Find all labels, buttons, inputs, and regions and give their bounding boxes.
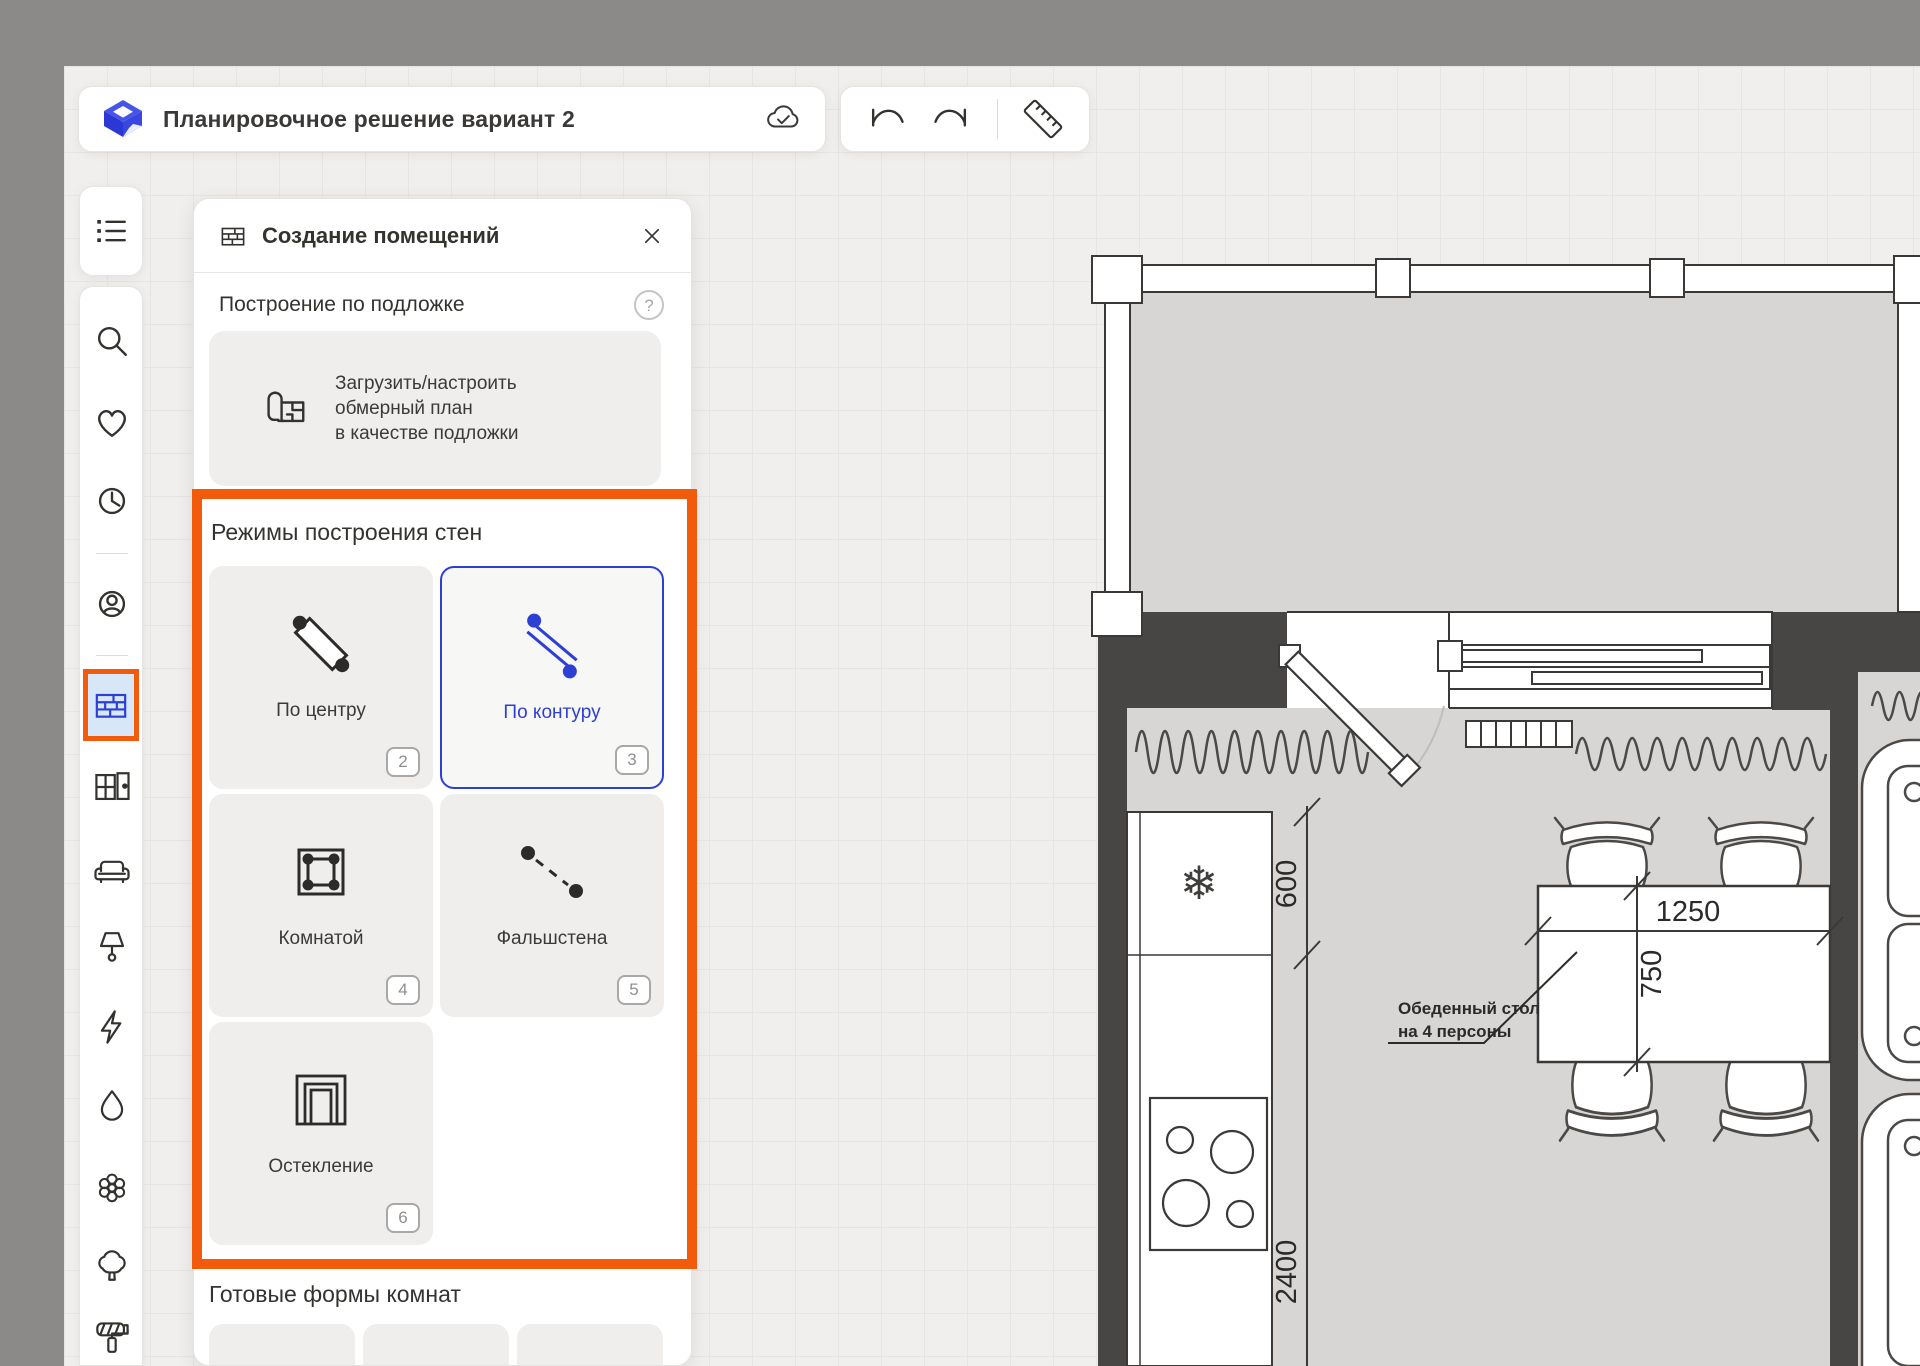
svg-text:?: ?	[644, 296, 653, 315]
measured-plan-icon	[261, 383, 313, 435]
wall-center-icon	[261, 594, 381, 694]
cloud-sync-check-icon	[763, 99, 803, 139]
document-title[interactable]: Планировочное решение вариант 2	[163, 106, 745, 133]
finishes-button[interactable]	[88, 1315, 136, 1363]
brick-wall-icon	[218, 221, 248, 251]
undo-button[interactable]	[864, 97, 908, 141]
history-button[interactable]	[88, 477, 136, 525]
wall-contour-icon	[492, 596, 612, 696]
wall-mode-glazing[interactable]: Остекление 6	[209, 1022, 433, 1245]
panel-title: Создание помещений	[262, 223, 623, 249]
electrics-button[interactable]	[88, 1003, 136, 1051]
glazing-icon	[261, 1050, 381, 1150]
room-shapes-heading: Готовые формы комнат	[209, 1281, 461, 1308]
decor-button[interactable]	[88, 1163, 136, 1211]
help-icon[interactable]: ?	[633, 289, 665, 321]
rooms-creation-panel: Создание помещений Построение по подложк…	[193, 198, 692, 1366]
brick-wall-icon	[91, 685, 131, 725]
sidebar-project-panel	[79, 186, 143, 276]
edit-toolbar	[840, 86, 1090, 152]
title-bar: Планировочное решение вариант 2	[78, 86, 826, 152]
layers-list-icon[interactable]	[89, 209, 133, 253]
plants-button[interactable]	[88, 1242, 136, 1290]
close-icon[interactable]	[637, 221, 667, 251]
favorites-button[interactable]	[88, 398, 136, 446]
app-logo-icon	[101, 97, 145, 141]
windows-doors-button[interactable]	[88, 763, 136, 811]
shortcut-badge: 2	[386, 747, 420, 777]
shortcut-badge: 6	[386, 1203, 420, 1233]
shortcut-badge: 3	[615, 745, 649, 775]
sidebar-item-walls-active[interactable]	[83, 669, 139, 741]
wall-modes-heading: Режимы построения стен	[211, 519, 482, 546]
sidebar-divider	[96, 655, 128, 656]
load-underlay-label: Загрузить/настроить обмерный план в каче…	[335, 371, 518, 446]
panel-header: Создание помещений	[194, 199, 691, 273]
furniture-button[interactable]	[88, 847, 136, 895]
wall-mode-center[interactable]: По центру 2	[209, 566, 433, 789]
load-underlay-button[interactable]: Загрузить/настроить обмерный план в каче…	[209, 331, 661, 486]
lighting-button[interactable]	[88, 922, 136, 970]
account-button[interactable]	[88, 580, 136, 628]
search-button[interactable]	[88, 317, 136, 365]
app-window: ❄	[0, 0, 1920, 1366]
wall-mode-room[interactable]: Комнатой 4	[209, 794, 433, 1017]
sidebar-divider	[96, 553, 128, 554]
shortcut-badge: 4	[386, 975, 420, 1005]
plumbing-button[interactable]	[88, 1081, 136, 1129]
wall-mode-contour[interactable]: По контуру 3	[440, 566, 664, 789]
room-mode-icon	[261, 822, 381, 922]
ruler-measure-button[interactable]	[1020, 96, 1066, 142]
shortcut-badge: 5	[617, 975, 651, 1005]
sidebar-tools	[79, 286, 143, 1366]
toolbar-divider	[997, 99, 998, 139]
false-wall-icon	[492, 822, 612, 922]
room-shape-tile[interactable]	[209, 1324, 355, 1366]
wall-mode-false-wall[interactable]: Фальшстена 5	[440, 794, 664, 1017]
underlay-section-heading: Построение по подложке	[219, 293, 465, 317]
room-shape-tile[interactable]	[363, 1324, 509, 1366]
room-shape-tile[interactable]	[517, 1324, 663, 1366]
redo-button[interactable]	[930, 97, 974, 141]
